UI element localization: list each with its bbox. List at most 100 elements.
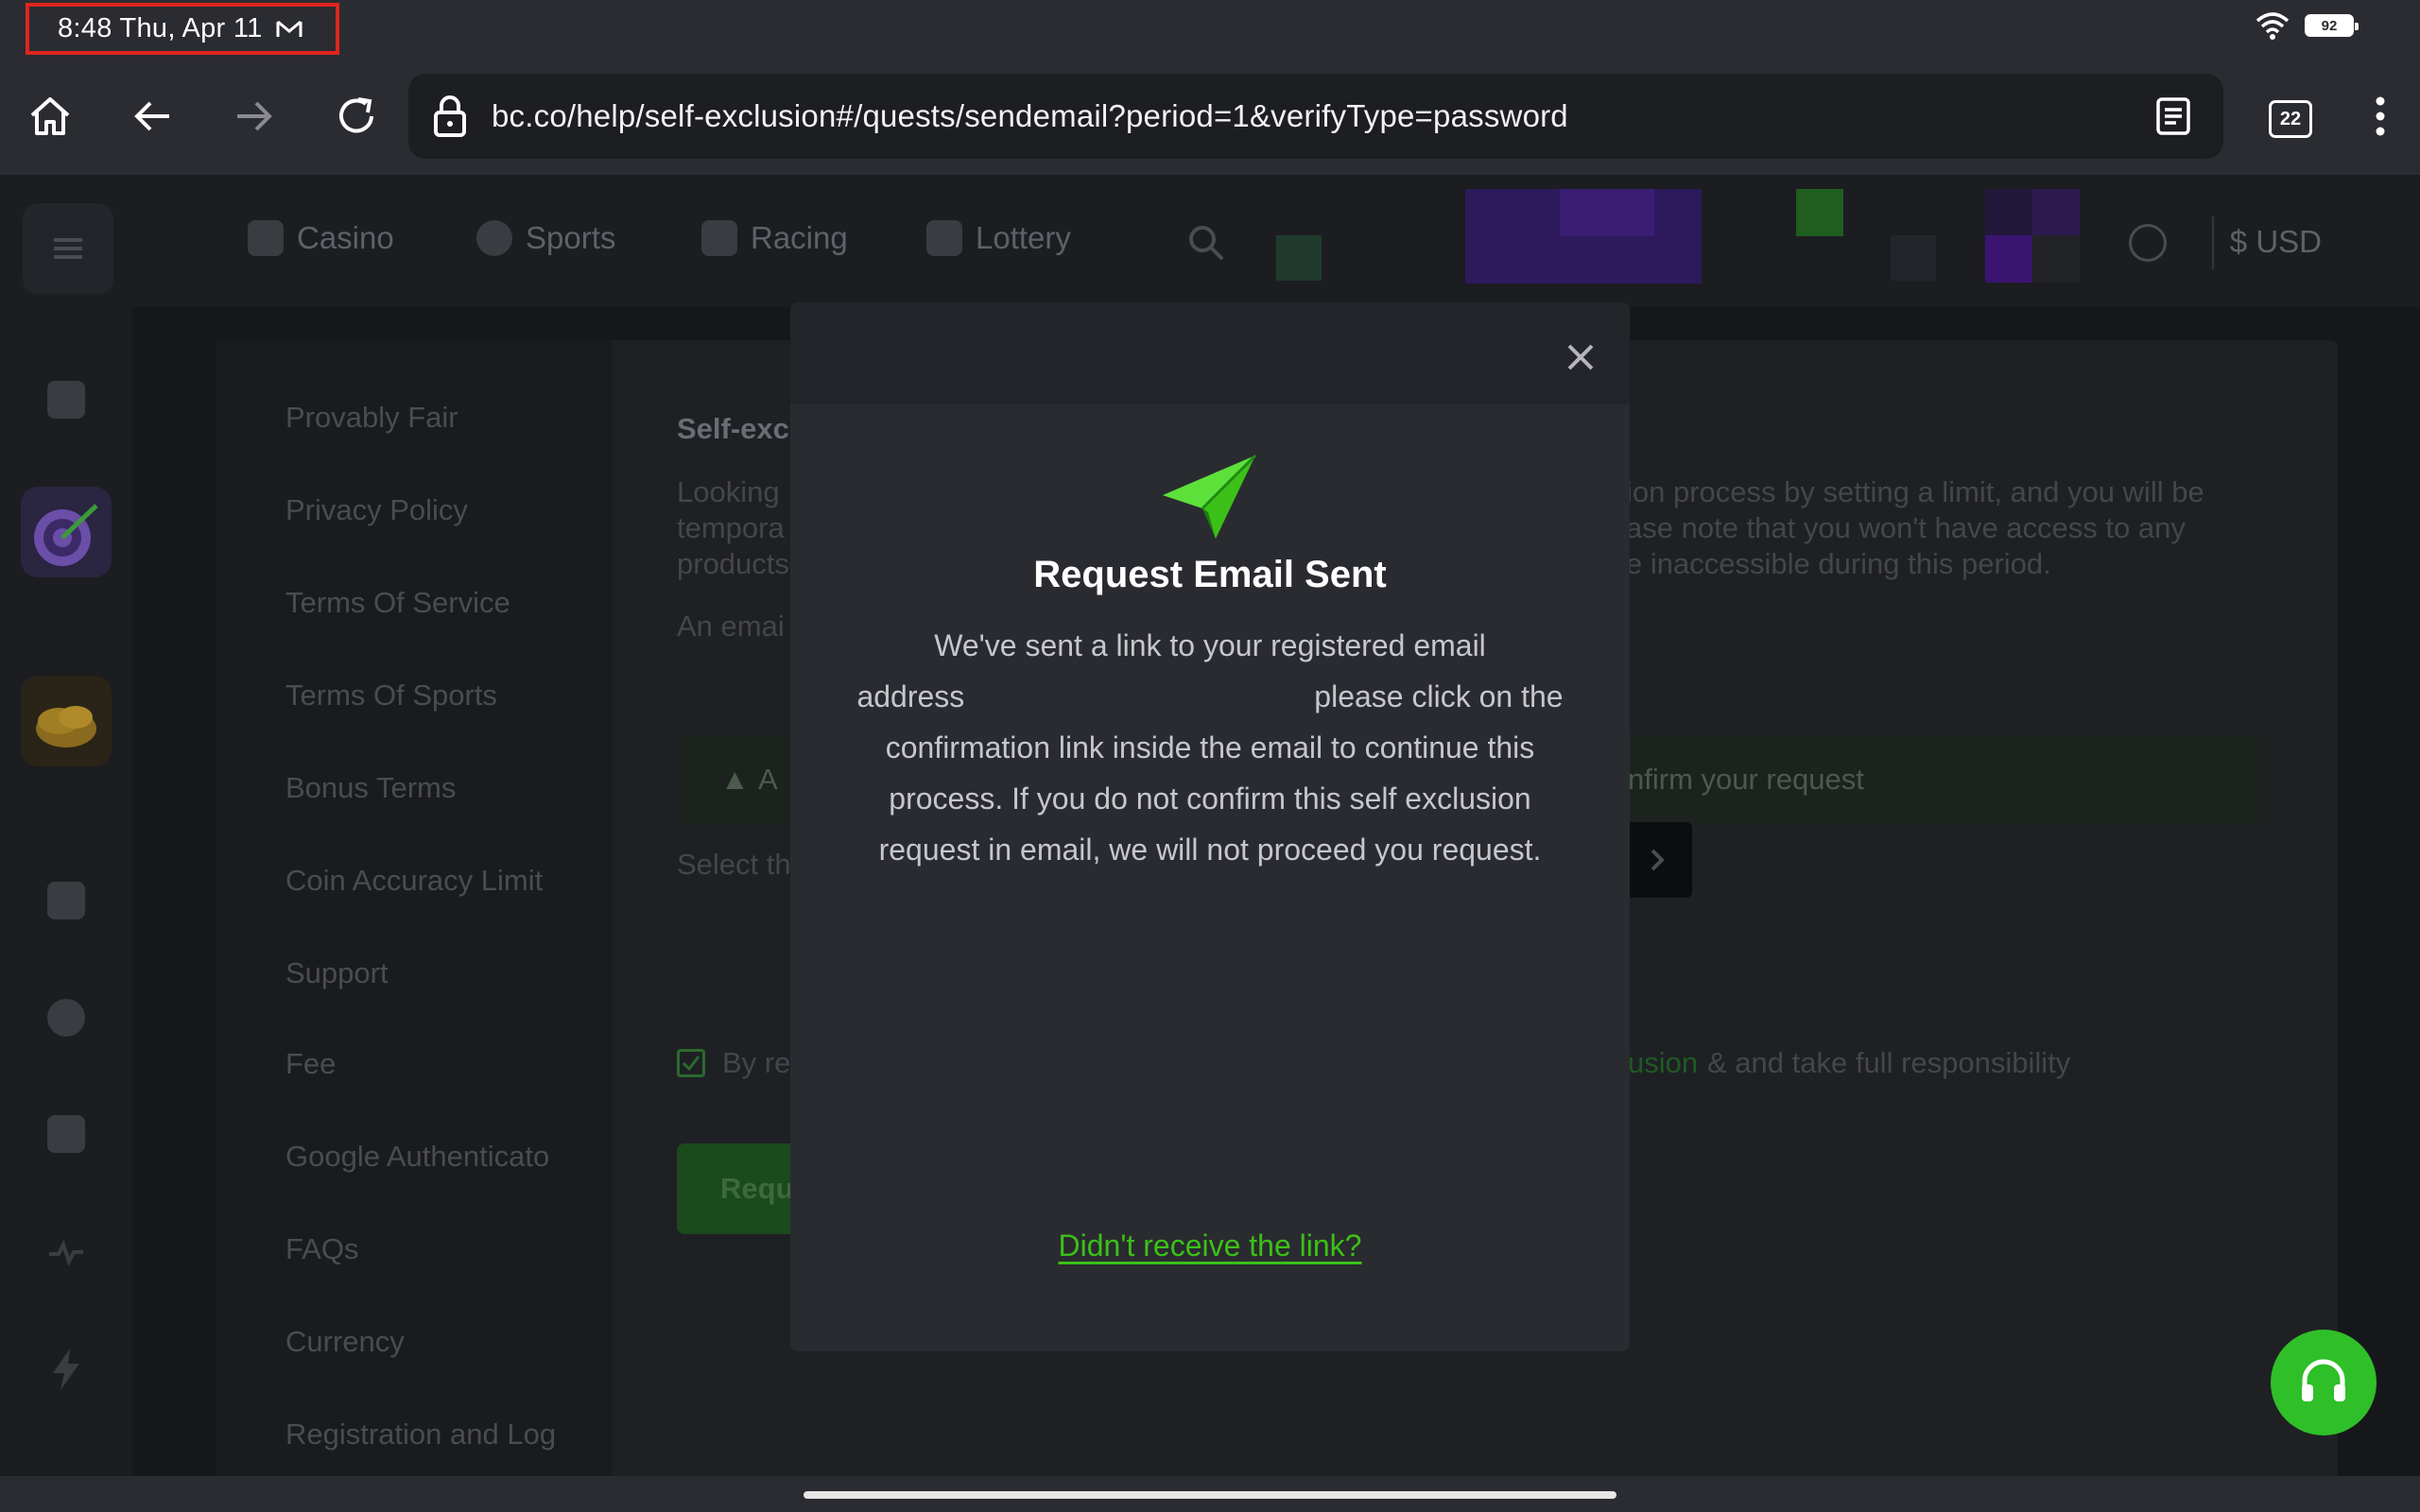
agree-text-right: & and take full responsibility bbox=[1707, 1046, 2071, 1079]
status-time: 8:48 Thu, Apr 11 bbox=[58, 13, 263, 43]
chevron-right-icon bbox=[1651, 849, 1665, 871]
close-icon bbox=[1567, 344, 1594, 370]
side-item-coin-accuracy-limit[interactable]: Coin Accuracy Limit bbox=[285, 864, 543, 898]
lock-icon[interactable] bbox=[433, 94, 467, 138]
coins-game-icon[interactable] bbox=[21, 676, 112, 766]
side-item-registration[interactable]: Registration and Log bbox=[285, 1418, 556, 1452]
warning-text-left: A bbox=[758, 763, 778, 796]
obscured-block bbox=[1560, 189, 1654, 236]
browser-toolbar: bc.co/help/self-exclusion#/quests/sendem… bbox=[0, 59, 2420, 175]
close-button[interactable] bbox=[1560, 336, 1601, 378]
modal-body-text: address bbox=[856, 679, 965, 713]
obscured-block bbox=[1985, 235, 2032, 283]
nav-casino[interactable]: Casino bbox=[248, 220, 394, 256]
request-button-label: Requ bbox=[720, 1172, 794, 1205]
back-icon[interactable] bbox=[123, 87, 182, 146]
divider bbox=[2212, 216, 2214, 269]
nav-lottery-label: Lottery bbox=[976, 220, 1071, 255]
url-bar[interactable]: bc.co/help/self-exclusion#/quests/sendem… bbox=[408, 74, 2223, 159]
home-icon[interactable] bbox=[21, 87, 79, 146]
period-next-button[interactable] bbox=[1626, 822, 1692, 898]
currency-selector[interactable]: $ USD bbox=[2230, 224, 2322, 260]
obscured-block bbox=[1276, 235, 1322, 281]
request-email-sent-modal: Request Email Sent We've sent a link to … bbox=[790, 302, 1630, 1351]
resend-link[interactable]: Didn't receive the link? bbox=[1059, 1228, 1362, 1263]
modal-body-line: process. If you do not confirm this self… bbox=[889, 782, 1531, 816]
home-gesture-handle[interactable] bbox=[804, 1491, 1616, 1499]
side-item-provably-fair[interactable]: Provably Fair bbox=[285, 401, 458, 435]
status-indicators: 92 bbox=[2254, 11, 2359, 40]
gift-icon[interactable] bbox=[47, 381, 85, 419]
battery-level: 92 bbox=[2321, 17, 2338, 34]
side-item-terms-of-service[interactable]: Terms Of Service bbox=[285, 586, 510, 620]
nav-casino-label: Casino bbox=[297, 220, 394, 255]
gmail-icon bbox=[276, 20, 302, 37]
nav-sports[interactable]: Sports bbox=[476, 220, 615, 256]
battery-icon: 92 bbox=[2305, 14, 2359, 37]
nav-racing[interactable]: Racing bbox=[701, 220, 848, 256]
obscured-block bbox=[1891, 235, 1936, 281]
status-bar: 8:48 Thu, Apr 11 92 bbox=[0, 0, 2420, 59]
trading-icon[interactable] bbox=[47, 1115, 85, 1153]
intro-text-right: ion process by setting a limit, and you … bbox=[1626, 475, 2204, 508]
modal-body-line: address please click on the bbox=[828, 671, 1592, 722]
side-item-terms-of-sports[interactable]: Terms Of Sports bbox=[285, 679, 497, 713]
screen: { "status_bar": { "time": "8:48 Thu, Apr… bbox=[0, 0, 2420, 1512]
side-item-currency[interactable]: Currency bbox=[285, 1325, 405, 1359]
modal-title: Request Email Sent bbox=[1033, 554, 1387, 595]
resend-link-row: Didn't receive the link? bbox=[790, 1228, 1630, 1263]
pulse-icon[interactable] bbox=[47, 1233, 85, 1271]
period-select-label: Select th bbox=[677, 848, 791, 881]
side-item-google-authenticator[interactable]: Google Authenticato bbox=[285, 1140, 549, 1174]
warning-text-right: nfirm your request bbox=[1628, 763, 1864, 796]
tabs-icon[interactable]: 22 bbox=[2269, 100, 2312, 138]
obscured-block bbox=[1796, 189, 1843, 236]
email-note: An emai bbox=[677, 610, 785, 643]
modal-body-text: please click on the bbox=[1314, 679, 1564, 713]
paper-plane-icon bbox=[1163, 454, 1257, 539]
url-text[interactable]: bc.co/help/self-exclusion#/quests/sendem… bbox=[492, 98, 1568, 134]
nav-sports-label: Sports bbox=[526, 220, 616, 255]
intro-text-left: tempora bbox=[677, 511, 785, 544]
agree-link[interactable]: usion bbox=[1628, 1045, 1698, 1081]
left-rail bbox=[0, 307, 132, 1512]
basketball-icon[interactable] bbox=[47, 999, 85, 1037]
support-chat-button[interactable] bbox=[2271, 1330, 2377, 1435]
intro-text-right: e inaccessible during this period. bbox=[1626, 547, 2051, 580]
search-icon[interactable] bbox=[1187, 224, 1225, 262]
agree-checkbox[interactable] bbox=[677, 1049, 705, 1077]
casino-icon bbox=[248, 220, 284, 256]
site-header: Casino Sports Racing Lottery $ USD bbox=[0, 175, 2420, 307]
headset-icon bbox=[2302, 1359, 2345, 1401]
obscured-block bbox=[2032, 189, 2080, 236]
language-globe-icon[interactable] bbox=[2129, 224, 2167, 262]
obscured-block bbox=[2032, 235, 2080, 283]
nav-racing-label: Racing bbox=[751, 220, 848, 255]
side-item-bonus-terms[interactable]: Bonus Terms bbox=[285, 771, 456, 805]
intro-text-right: ase note that you won't have access to a… bbox=[1626, 511, 2186, 544]
reload-icon[interactable] bbox=[327, 87, 386, 146]
modal-body: We've sent a link to your registered ema… bbox=[828, 620, 1592, 875]
target-game-icon[interactable] bbox=[21, 487, 112, 577]
side-item-support[interactable]: Support bbox=[285, 956, 389, 990]
hamburger-menu-button[interactable] bbox=[23, 203, 113, 294]
modal-body-line: request in email, we will not proceed yo… bbox=[878, 833, 1542, 867]
reader-mode-icon[interactable] bbox=[2153, 96, 2193, 136]
warning-icon: ▲ bbox=[720, 763, 750, 796]
side-item-fee[interactable]: Fee bbox=[285, 1047, 336, 1081]
agree-text-left: By re bbox=[722, 1046, 791, 1079]
nav-lottery[interactable]: Lottery bbox=[926, 220, 1071, 256]
forward-icon[interactable] bbox=[225, 87, 284, 146]
intro-text-left: Looking bbox=[677, 475, 780, 508]
lottery-icon bbox=[926, 220, 962, 256]
hamburger-icon bbox=[54, 238, 82, 259]
modal-header bbox=[790, 302, 1630, 404]
intro-text-left: products bbox=[677, 547, 789, 580]
modal-body-line: We've sent a link to your registered ema… bbox=[934, 628, 1486, 662]
more-menu-icon[interactable] bbox=[2352, 87, 2409, 146]
lightning-icon[interactable] bbox=[47, 1347, 85, 1390]
tab-count: 22 bbox=[2279, 108, 2302, 129]
side-item-privacy-policy[interactable]: Privacy Policy bbox=[285, 493, 468, 527]
side-item-faqs[interactable]: FAQs bbox=[285, 1232, 359, 1266]
casino-cards-icon[interactable] bbox=[47, 882, 85, 919]
